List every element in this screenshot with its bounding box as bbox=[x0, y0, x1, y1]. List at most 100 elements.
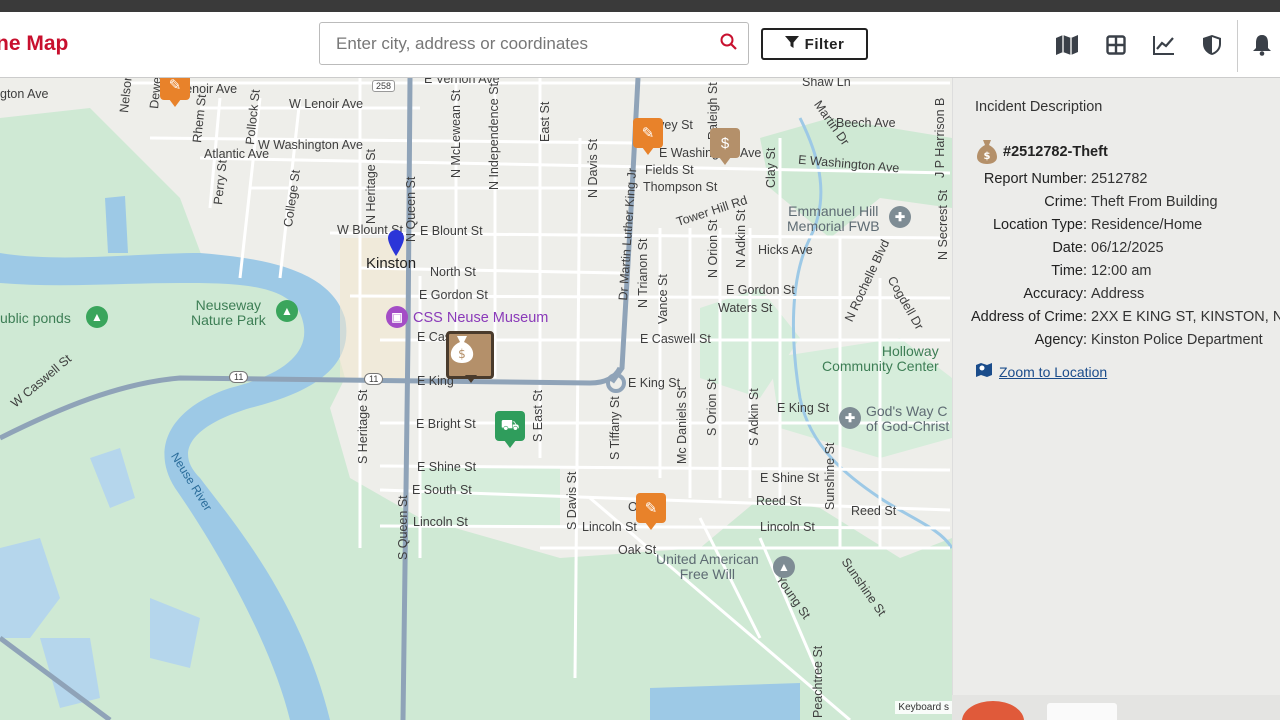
incident-panel: Incident Description $ #2512782-Theft Re… bbox=[952, 78, 1280, 720]
street-label: E Caswell St bbox=[640, 332, 711, 346]
street-label: E King St bbox=[628, 376, 681, 390]
crime-map[interactable]: E Vernon Ave gton Ave W Lenoir Ave W Len… bbox=[0, 78, 952, 720]
detail-value: 06/12/2025 bbox=[1091, 240, 1164, 256]
park-icon[interactable]: ▲ bbox=[86, 306, 108, 328]
street-label: N Orion St bbox=[706, 219, 720, 278]
svg-text:$: $ bbox=[458, 347, 466, 361]
crime-marker-vehicle[interactable]: ⛟ bbox=[495, 411, 525, 448]
poi-label: God's Way C of God-Christ bbox=[866, 403, 950, 434]
detail-label: Crime: bbox=[1044, 194, 1087, 210]
street-label: E Gordon St bbox=[419, 288, 488, 302]
school-icon[interactable]: ▲ bbox=[773, 556, 795, 578]
street-label: E Blount St bbox=[420, 224, 483, 238]
street-label: Clay St bbox=[764, 147, 778, 188]
incident-title-row: $ #2512782-Theft bbox=[975, 138, 1108, 166]
chart-icon[interactable] bbox=[1151, 32, 1177, 58]
filter-button[interactable]: Filter bbox=[761, 28, 868, 60]
street-label: W Lenoir Ave bbox=[289, 97, 364, 111]
search-icon[interactable] bbox=[720, 33, 738, 56]
crime-marker-theft[interactable]: $ bbox=[710, 128, 740, 165]
crime-marker-vandalism[interactable]: ✎ bbox=[160, 78, 190, 107]
street-label: N Independence St bbox=[487, 82, 501, 190]
street-label: North St bbox=[430, 265, 476, 279]
selected-crime-marker[interactable]: $ bbox=[446, 331, 494, 383]
street-label: gton Ave bbox=[0, 87, 49, 101]
detail-label: Time: bbox=[1051, 263, 1087, 279]
blurred-tab bbox=[1047, 703, 1117, 720]
street-label: Shaw Ln bbox=[802, 78, 851, 89]
street-label: N Davis St bbox=[586, 138, 600, 198]
street-label: Vance St bbox=[656, 274, 670, 324]
church-icon[interactable]: ✚ bbox=[839, 407, 861, 429]
search-input[interactable] bbox=[320, 23, 700, 64]
zoom-label: Zoom to Location bbox=[999, 363, 1108, 380]
bottom-overlay bbox=[952, 695, 1280, 720]
park-icon[interactable]: ▲ bbox=[276, 300, 298, 322]
poi-label: Neuseway Nature Park bbox=[191, 297, 266, 328]
detail-value: 2512782 bbox=[1091, 171, 1148, 187]
museum-icon[interactable]: ▣ bbox=[386, 306, 408, 328]
shield-icon[interactable] bbox=[1199, 32, 1225, 58]
street-label: S Queen St bbox=[396, 495, 410, 560]
street-label: N Secrest St bbox=[936, 189, 950, 260]
street-label: Reed St bbox=[756, 494, 802, 508]
street-label: Fields St bbox=[645, 163, 694, 177]
panel-heading: Incident Description bbox=[975, 99, 1103, 115]
street-label: S Davis St bbox=[565, 471, 579, 530]
highway-shield: 11 bbox=[229, 371, 249, 383]
crime-marker-vandalism[interactable]: ✎ bbox=[633, 118, 663, 155]
poi-label: CSS Neuse Museum bbox=[413, 310, 549, 326]
poi-label: United American Free Will bbox=[656, 551, 759, 582]
street-label: E Gordon St bbox=[726, 283, 795, 297]
detail-value: Kinston Police Department bbox=[1091, 332, 1263, 348]
street-label: East St bbox=[538, 101, 552, 142]
money-bag-icon: $ bbox=[975, 138, 999, 166]
map-base bbox=[0, 78, 952, 720]
street-label: Oak St bbox=[618, 543, 657, 557]
red-decoration bbox=[962, 701, 1024, 720]
street-label: Peachtree St bbox=[811, 645, 825, 718]
street-label: S Tiffany St bbox=[608, 396, 622, 460]
highway-shield: 11 bbox=[364, 373, 384, 385]
poi-label: Holloway Community Center bbox=[822, 343, 939, 374]
church-icon[interactable]: ✚ bbox=[889, 206, 911, 228]
detail-value: 12:00 am bbox=[1091, 263, 1152, 279]
filter-icon bbox=[784, 35, 799, 53]
street-label: Thompson St bbox=[643, 180, 718, 194]
street-label: N Queen St bbox=[404, 176, 418, 242]
detail-label: Report Number: bbox=[983, 171, 1087, 187]
street-label: E Shine St bbox=[417, 460, 477, 474]
top-bar: ne Map Filter bbox=[0, 0, 1280, 78]
detail-value: Address bbox=[1091, 286, 1145, 302]
bell-icon[interactable] bbox=[1249, 32, 1275, 58]
city-label: Kinston bbox=[366, 255, 417, 272]
toolbar-divider bbox=[1237, 20, 1238, 72]
street-label: J P Harrison B bbox=[933, 97, 947, 178]
detail-label: Date: bbox=[1052, 240, 1087, 256]
keyboard-shortcuts-link[interactable]: Keyboard s bbox=[895, 701, 952, 714]
street-label: Ave bbox=[740, 146, 762, 160]
street-label: S Heritage St bbox=[356, 389, 370, 464]
street-label: N McLewean St bbox=[449, 89, 463, 178]
zoom-to-location-link[interactable]: Zoom to Location bbox=[975, 362, 1107, 381]
street-label: Atlantic Ave bbox=[204, 147, 270, 161]
street-label: Mc Daniels St bbox=[675, 386, 689, 464]
street-label: W Washington Ave bbox=[258, 138, 363, 152]
street-label: Lincoln St bbox=[760, 520, 815, 534]
grid-icon[interactable] bbox=[1103, 32, 1129, 58]
street-label: N Trianon St bbox=[636, 238, 650, 308]
street-label: E Shine St bbox=[760, 471, 820, 485]
street-label: E King St bbox=[777, 401, 830, 415]
street-label: Beech Ave bbox=[836, 116, 896, 130]
map-location-icon bbox=[975, 362, 993, 381]
street-label: Reed St bbox=[851, 504, 897, 518]
incident-title: #2512782-Theft bbox=[1003, 144, 1108, 160]
map-icon[interactable] bbox=[1054, 32, 1080, 58]
detail-label: Address of Crime: bbox=[970, 309, 1087, 325]
street-label: Hicks Ave bbox=[758, 243, 813, 257]
detail-value: 2XX E KING ST, KINSTON, NC 28 bbox=[1091, 309, 1280, 325]
crime-marker-vandalism[interactable]: ✎ bbox=[636, 493, 666, 530]
street-label: E South St bbox=[412, 483, 472, 497]
street-label: S Adkin St bbox=[747, 388, 761, 446]
search-box[interactable] bbox=[319, 22, 749, 65]
